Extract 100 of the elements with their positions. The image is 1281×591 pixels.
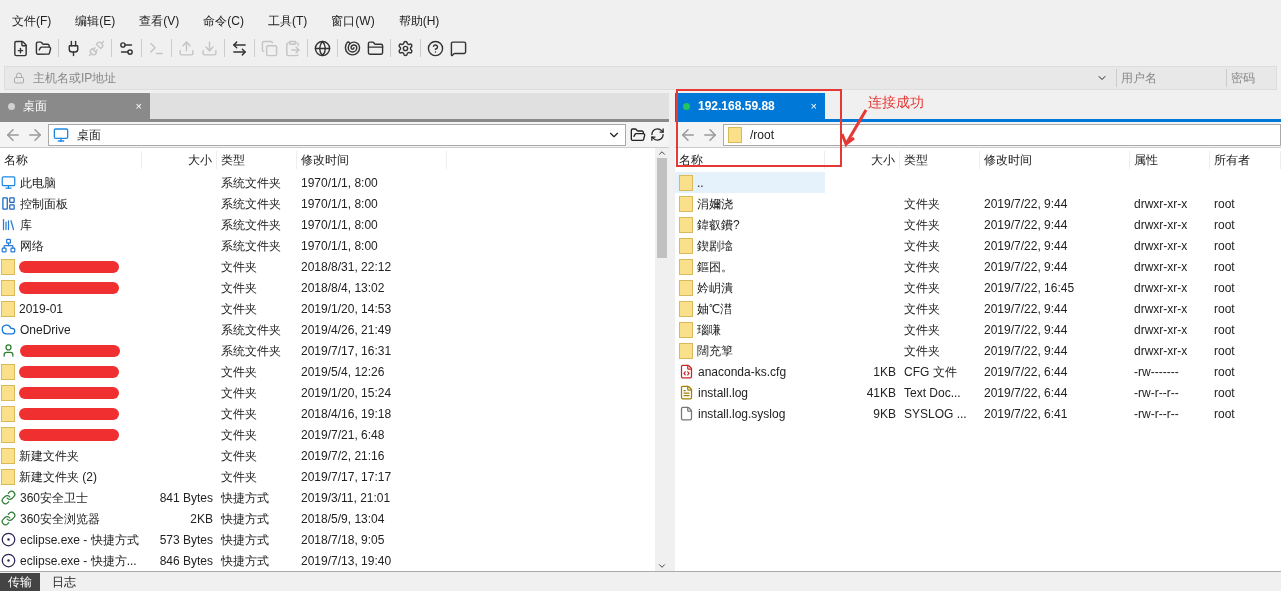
file-name[interactable]: 此电脑: [20, 173, 56, 192]
modified-time: 2018/5/9, 13:04: [300, 510, 386, 528]
menu-item[interactable]: 编辑(E): [75, 12, 116, 30]
file-type: 文件夹: [903, 195, 941, 213]
bottom-tab[interactable]: 传输: [0, 573, 40, 591]
file-name[interactable]: eclipse.exe - 快捷方式: [20, 530, 139, 549]
file-name: 鍏叡鐨?: [697, 216, 740, 234]
file-name[interactable]: OneDrive: [20, 320, 71, 339]
scrollbar-thumb[interactable]: [657, 158, 667, 258]
menu-item[interactable]: 文件(F): [12, 12, 52, 30]
bottom-tab[interactable]: 日志: [44, 573, 84, 591]
file-attributes: drwxr-xr-x: [1133, 216, 1189, 234]
file-row[interactable]: 鏂囨。: [675, 256, 825, 277]
file-name[interactable]: 库: [20, 215, 32, 234]
help-icon[interactable]: [427, 39, 444, 57]
settings-icon[interactable]: [397, 39, 414, 57]
file-type: 快捷方式: [220, 510, 270, 528]
file-name[interactable]: 360安全浏览器: [20, 509, 101, 528]
file-attributes: drwxr-xr-x: [1133, 195, 1189, 213]
refresh-icon[interactable]: [650, 127, 665, 142]
username-field[interactable]: 用户名: [1116, 69, 1226, 87]
column-header[interactable]: 属性: [1130, 151, 1210, 169]
modified-time: 1970/1/1, 8:00: [300, 195, 379, 213]
file-row[interactable]: install.log: [675, 382, 825, 403]
modified-time: 2019/1/20, 15:24: [300, 384, 393, 402]
monitor-icon: [53, 126, 69, 143]
file-row[interactable]: 妗岄潰: [675, 277, 825, 298]
file-size: 573 Bytes: [158, 531, 214, 549]
file-name: 闊充箰: [697, 342, 733, 360]
file-type: 文件夹: [220, 384, 258, 402]
file-type: 文件夹: [903, 321, 941, 339]
column-header[interactable]: 修改时间: [297, 151, 447, 169]
folder-icon[interactable]: [367, 39, 384, 57]
password-field[interactable]: 密码: [1226, 69, 1276, 87]
menu-item[interactable]: 命令(C): [203, 12, 244, 30]
host-field[interactable]: 主机名或IP地址: [33, 69, 1088, 87]
file-name[interactable]: 网络: [20, 236, 44, 255]
modified-time: 2019/4/26, 21:49: [300, 321, 393, 339]
new-file-icon[interactable]: [12, 39, 29, 57]
menu-item[interactable]: 帮助(H): [398, 12, 440, 30]
folder-icon: [679, 300, 693, 317]
close-tab-button[interactable]: ×: [810, 97, 817, 115]
path-field[interactable]: /root: [723, 123, 1281, 146]
folder-icon: [679, 321, 693, 338]
monitor-icon: [1, 175, 16, 190]
file-name[interactable]: 2019-01: [19, 299, 64, 318]
file-type: 文件夹: [220, 258, 258, 276]
file-name[interactable]: 新建文件夹 (2): [19, 467, 97, 486]
file-name[interactable]: eclipse.exe - 快捷方...: [20, 551, 137, 570]
file-row[interactable]: 闊充箰: [675, 340, 825, 361]
shortcut-icon: [1, 511, 16, 526]
globe-icon[interactable]: [314, 39, 331, 57]
file-row[interactable]: 瑙嗛: [675, 319, 825, 340]
modified-time: 2018/8/31, 22:12: [300, 258, 393, 276]
column-header[interactable]: 修改时间: [980, 151, 1130, 169]
column-header[interactable]: 类型: [900, 151, 980, 169]
file-icon: [679, 406, 694, 421]
file-row[interactable]: 鍥剧墖: [675, 235, 825, 256]
file-row[interactable]: ..: [675, 172, 825, 193]
chat-icon[interactable]: [450, 39, 467, 57]
file-row[interactable]: anaconda-ks.cfg: [675, 361, 825, 382]
path-field[interactable]: 桌面: [48, 123, 626, 146]
modified-time: 2019/7/22, 9:44: [983, 237, 1069, 255]
address-bar[interactable]: 主机名或IP地址 用户名 密码: [4, 66, 1277, 90]
modified-time: 2019/3/11, 21:01: [300, 489, 392, 507]
file-name: anaconda-ks.cfg: [698, 363, 787, 381]
menu-item[interactable]: 窗口(W): [331, 12, 375, 30]
menu-item[interactable]: 工具(T): [268, 12, 308, 30]
log-file-icon: [679, 385, 694, 400]
scroll-up-icon[interactable]: [657, 148, 667, 158]
folder-icon: [1, 279, 15, 296]
file-name[interactable]: 控制面板: [20, 194, 68, 213]
column-header[interactable]: 大小: [142, 151, 217, 169]
scroll-down-icon[interactable]: [657, 561, 667, 571]
file-name[interactable]: 360安全卫士: [20, 488, 89, 507]
file-row[interactable]: 涓嬭浇: [675, 193, 825, 214]
menu-item[interactable]: 查看(V): [139, 12, 180, 30]
file-row[interactable]: install.log.syslog: [675, 403, 825, 424]
shell-icon[interactable]: [344, 39, 361, 57]
library-icon: [1, 217, 16, 232]
file-row[interactable]: 妯℃澘: [675, 298, 825, 319]
transfer-arrows-icon[interactable]: [231, 39, 248, 57]
column-header[interactable]: 大小: [825, 151, 900, 169]
file-size: 846 Bytes: [158, 552, 214, 570]
file-row[interactable]: 鍏叡鐨?: [675, 214, 825, 235]
file-owner: root: [1213, 384, 1236, 402]
column-header[interactable]: 所有者: [1210, 151, 1281, 169]
scrollbar[interactable]: [655, 148, 669, 571]
modified-time: 2019/7/22, 9:44: [983, 300, 1069, 318]
file-type: 文件夹: [220, 447, 258, 465]
folder-icon[interactable]: [630, 126, 646, 143]
session-tab[interactable]: 192.168.59.88 ×: [675, 93, 825, 119]
column-header[interactable]: 名称: [675, 151, 825, 169]
column-header[interactable]: 类型: [217, 151, 297, 169]
modified-time: 2019/7/22, 9:44: [983, 258, 1069, 276]
lock-icon: [13, 72, 25, 84]
file-name[interactable]: 新建文件夹: [19, 446, 79, 465]
folder-icon[interactable]: [35, 39, 52, 57]
file-type: 系统文件夹: [220, 174, 282, 192]
column-header[interactable]: 名称: [0, 151, 142, 169]
